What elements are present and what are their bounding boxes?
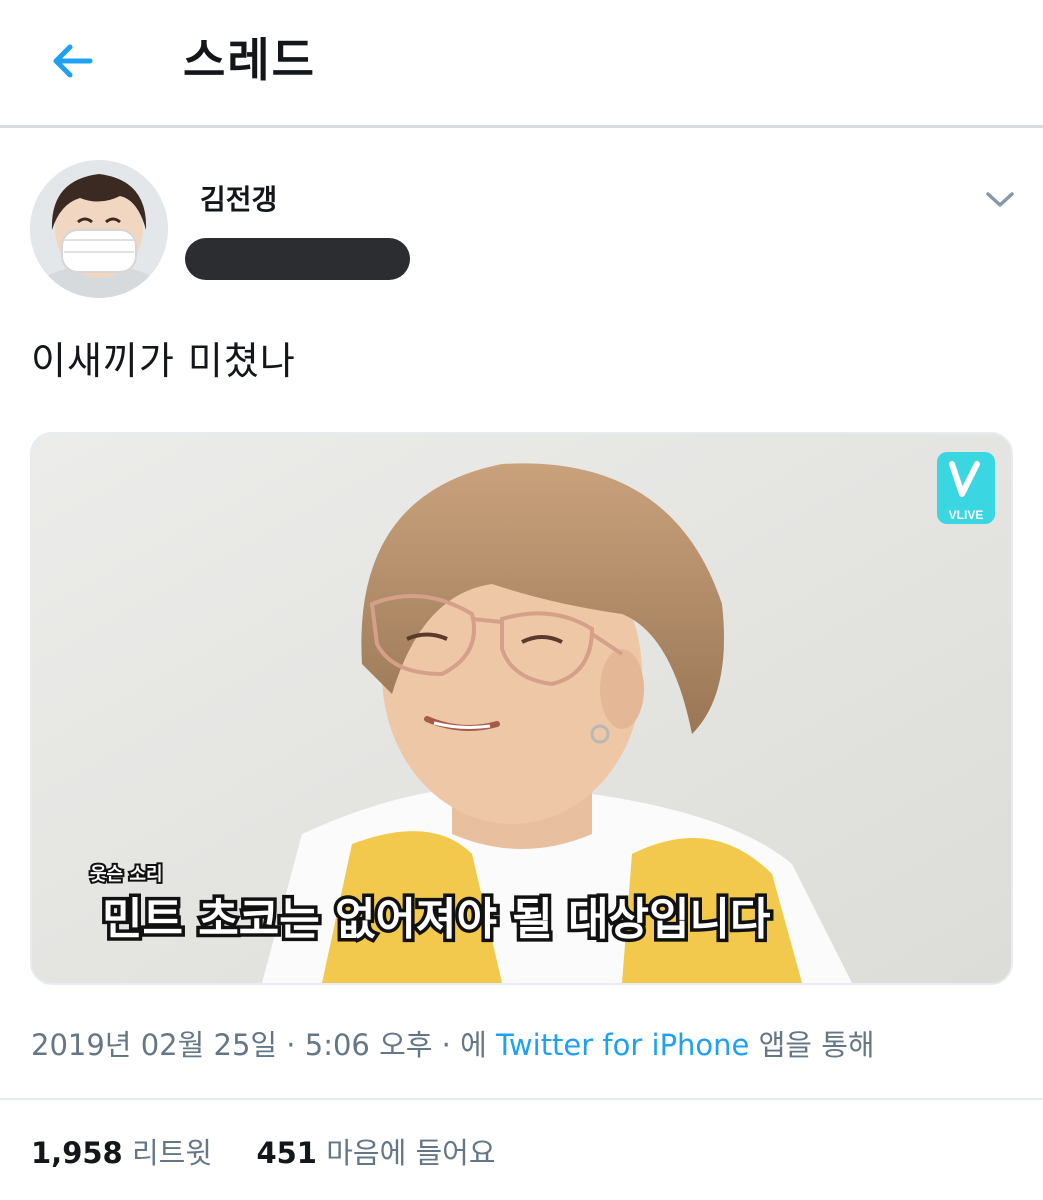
tweet-thread-screen: 스레드 김전갱 이새끼가 미쳤나 VLIVE 웃슨 소리 민트 초코는 없어져야…: [0, 0, 1043, 1200]
page-title: 스레드: [183, 33, 316, 87]
source-link[interactable]: Twitter for iPhone: [496, 1028, 749, 1062]
back-button[interactable]: [44, 36, 100, 86]
retweets-label: 리트윗: [131, 1136, 212, 1170]
media-caption: 민트 초코는 없어져야 될 대상입니다: [102, 894, 770, 945]
chevron-down-icon: [986, 192, 1014, 207]
vlive-logo: VLIVE: [937, 452, 995, 524]
timestamp: 2019년 02월 25일 · 5:06 오후 · 에: [31, 1028, 487, 1062]
tweet-text: 이새끼가 미쳤나: [31, 339, 296, 383]
media-caption-small: 웃슨 소리: [90, 864, 163, 885]
media-scene: VLIVE 웃슨 소리 민트 초코는 없어져야 될 대상입니다: [32, 434, 1011, 983]
avatar[interactable]: [30, 160, 168, 298]
tweet-media-image[interactable]: VLIVE 웃슨 소리 민트 초코는 없어져야 될 대상입니다: [30, 432, 1013, 985]
tweet-stats: 1,958 리트윗 451 마음에 들어요: [31, 1132, 496, 1174]
likes-stat[interactable]: 451 마음에 들어요: [256, 1136, 495, 1170]
avatar-image: [30, 160, 168, 298]
retweets-count: 1,958: [31, 1136, 123, 1170]
arrow-left-icon: [53, 44, 93, 78]
author-name[interactable]: 김전갱: [200, 180, 277, 220]
tweet-meta: 2019년 02월 25일 · 5:06 오후 · 에 Twitter for …: [31, 1024, 875, 1066]
divider: [0, 1098, 1043, 1100]
likes-count: 451: [256, 1136, 317, 1170]
redacted-handle: [185, 238, 410, 280]
top-nav-bar: 스레드: [0, 0, 1043, 128]
retweets-stat[interactable]: 1,958 리트윗: [31, 1136, 221, 1170]
svg-text:VLIVE: VLIVE: [949, 508, 984, 522]
tweet-menu-button[interactable]: [980, 182, 1020, 218]
source-suffix: 앱을 통해: [758, 1028, 875, 1062]
likes-label: 마음에 들어요: [326, 1136, 496, 1170]
